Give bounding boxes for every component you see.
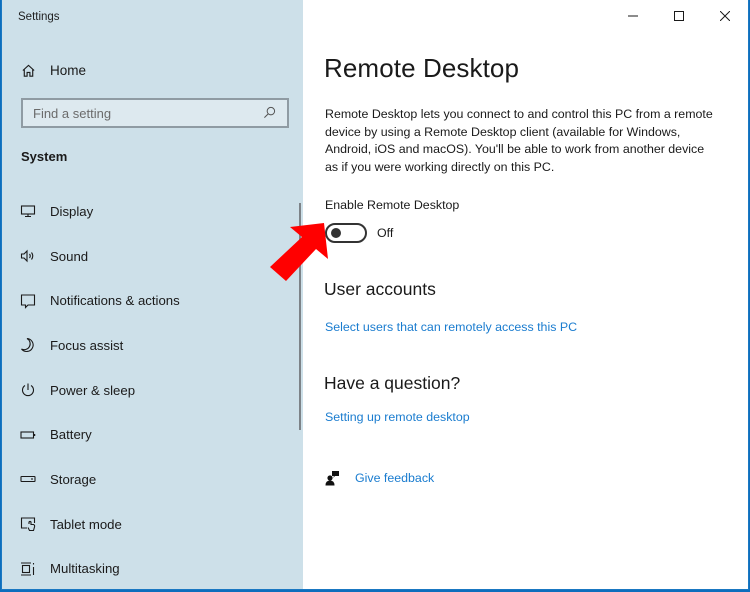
toggle-state: Off — [377, 226, 394, 240]
close-icon — [720, 11, 730, 21]
sidebar-item-label: Sound — [50, 248, 89, 264]
notifications-icon — [20, 293, 36, 309]
sidebar-item-multitasking[interactable]: Multitasking — [2, 547, 298, 590]
page-title: Remote Desktop — [324, 53, 520, 83]
minimize-button[interactable] — [610, 0, 656, 32]
toggle-label: Enable Remote Desktop — [325, 198, 460, 212]
user-accounts-heading: User accounts — [324, 279, 436, 299]
sidebar-item-storage[interactable]: Storage — [2, 457, 298, 502]
tablet-mode-icon — [20, 516, 36, 532]
focus-assist-icon — [20, 337, 36, 353]
home-icon — [20, 62, 36, 78]
sidebar-item-tablet-mode[interactable]: Tablet mode — [2, 502, 298, 547]
setting-up-remote-desktop-link[interactable]: Setting up remote desktop — [325, 410, 470, 424]
sidebar-item-label: Storage — [50, 471, 97, 487]
sidebar-item-display[interactable]: Display — [2, 189, 298, 234]
sidebar-item-focus-assist[interactable]: Focus assist — [2, 323, 298, 368]
sidebar-item-notifications[interactable]: Notifications & actions — [2, 278, 298, 323]
toggle-knob — [331, 228, 341, 238]
sidebar-item-label: Display — [50, 203, 94, 219]
sidebar-item-battery[interactable]: Battery — [2, 412, 298, 457]
battery-icon — [20, 427, 36, 443]
sidebar-item-label: Focus assist — [50, 337, 124, 353]
give-feedback-label: Give feedback — [355, 471, 435, 485]
sidebar-item-label: Power & sleep — [50, 382, 136, 398]
description: Remote Desktop lets you connect to and c… — [325, 107, 713, 174]
sidebar-item-sound[interactable]: Sound — [2, 234, 298, 279]
sound-icon — [20, 248, 36, 264]
caption-buttons — [610, 0, 748, 32]
enable-remote-desktop-toggle[interactable] — [325, 223, 367, 243]
sidebar-item-label: Tablet mode — [50, 516, 122, 532]
display-icon — [20, 203, 36, 219]
give-feedback-link[interactable]: Give feedback — [325, 470, 434, 486]
search-input[interactable] — [33, 105, 263, 121]
sidebar-nav: Display Sound Notifications & actions Fo… — [2, 189, 298, 590]
search-icon[interactable] — [263, 106, 277, 120]
maximize-icon — [674, 11, 684, 21]
home-nav-item[interactable]: Home — [20, 59, 86, 81]
sidebar: Settings Home System Display — [2, 0, 303, 590]
sidebar-item-power-sleep[interactable]: Power & sleep — [2, 368, 298, 413]
have-a-question-heading: Have a question? — [324, 373, 461, 393]
main-content: Remote Desktop Remote Desktop lets you c… — [303, 0, 748, 589]
sidebar-scrollbar[interactable] — [299, 203, 301, 430]
power-icon — [20, 382, 36, 398]
sidebar-item-label: Notifications & actions — [50, 293, 180, 309]
home-label: Home — [50, 62, 87, 78]
settings-window: Settings Home System Display — [1, 0, 749, 590]
app-title: Settings — [18, 11, 60, 23]
sidebar-item-label: Battery — [50, 427, 92, 443]
multitasking-icon — [20, 561, 36, 577]
section-heading: System — [21, 149, 68, 164]
close-button[interactable] — [702, 0, 748, 32]
sidebar-item-label: Multitasking — [50, 561, 120, 577]
minimize-icon — [628, 15, 638, 17]
search-box[interactable] — [21, 98, 289, 128]
feedback-icon — [325, 470, 341, 486]
maximize-button[interactable] — [656, 0, 702, 32]
storage-icon — [20, 471, 36, 487]
select-users-link[interactable]: Select users that can remotely access th… — [325, 320, 577, 334]
